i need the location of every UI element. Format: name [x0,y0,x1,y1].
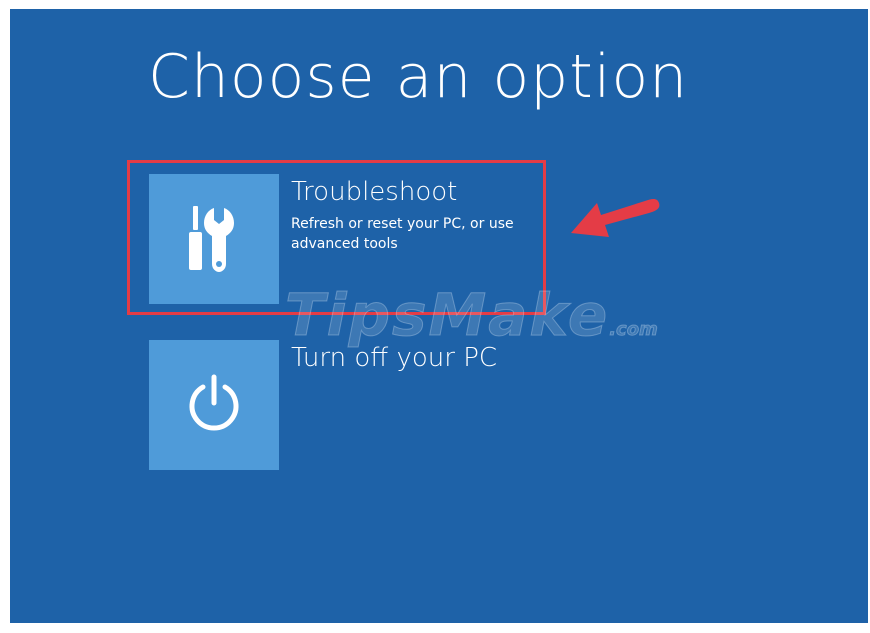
turn-off-tile[interactable] [149,340,279,470]
turn-off-option[interactable]: Turn off your PC [149,340,649,470]
recovery-screen: Choose an option Troubleshoot Refresh or… [10,9,868,623]
page-title: Choose an option [148,42,689,112]
watermark-text: TipsMake [284,281,610,350]
power-icon [189,374,239,431]
watermark: TipsMake.com [284,281,659,350]
red-arrow-icon [571,199,660,237]
watermark-suffix: .com [609,319,659,341]
